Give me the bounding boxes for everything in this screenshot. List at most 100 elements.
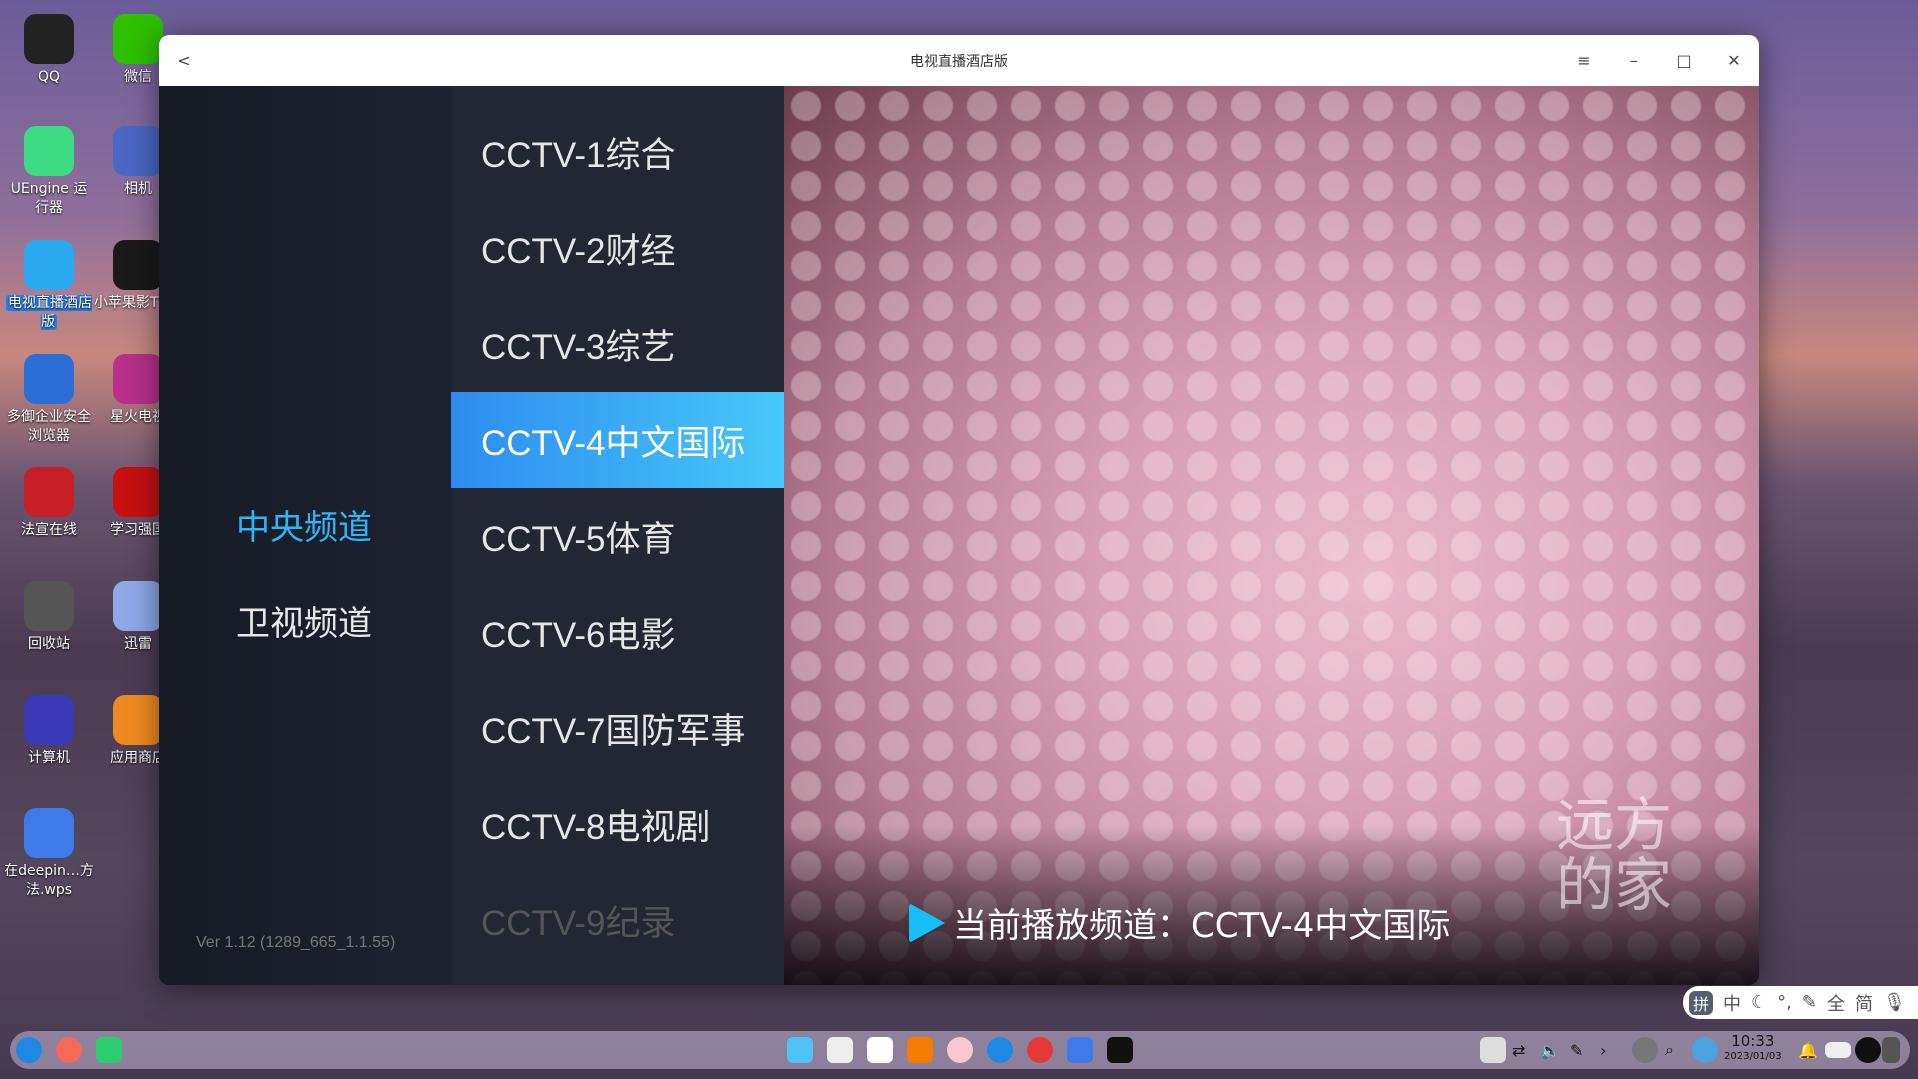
- desktop-icon-label: 应用商店: [110, 750, 166, 766]
- trash-icon[interactable]: [1882, 1037, 1900, 1063]
- desktop-icon[interactable]: UEngine 运行器: [4, 126, 94, 218]
- desktop-icon-label: 多御企业安全浏览器: [7, 409, 91, 444]
- notification-bell-icon[interactable]: 🔔: [1798, 1031, 1818, 1069]
- launcher-icon[interactable]: [16, 1037, 42, 1063]
- network-icon[interactable]: ⇄: [1512, 1031, 1525, 1069]
- volume-icon[interactable]: 🔈: [1540, 1031, 1560, 1069]
- app-icon: [24, 695, 74, 745]
- channel-list: CCTV-1综合 CCTV-2财经 CCTV-3综艺 CCTV-4中文国际 CCTV-5…: [451, 86, 784, 985]
- app-icon: [24, 14, 74, 64]
- video-player[interactable]: 远方的家 当前播放频道：CCTV-4中文国际: [784, 86, 1759, 985]
- multitask-icon[interactable]: [56, 1037, 82, 1063]
- app-icon: [113, 354, 163, 404]
- desktop-icon-label: 回收站: [28, 636, 70, 652]
- channel-item[interactable]: CCTV-4中文国际: [451, 392, 784, 488]
- browser-icon[interactable]: [987, 1037, 1013, 1063]
- ime-toolbar: 拼中 ☾ °, ✎ 全简 🎙: [1683, 986, 1918, 1019]
- taskbar: ⇄ 🔈 ✎ › ⌕ 10:33 2023/01/03 🔔: [10, 1031, 1910, 1069]
- onscreen-keyboard-icon[interactable]: [1825, 1042, 1851, 1058]
- desktop-icon-label: 星火电视: [110, 409, 166, 425]
- expand-tray-icon[interactable]: ›: [1600, 1031, 1606, 1069]
- monitor-icon[interactable]: [1632, 1037, 1658, 1063]
- channel-item[interactable]: CCTV-6电影: [451, 584, 784, 680]
- ime-button[interactable]: 简: [1855, 990, 1873, 1016]
- desktop-icon-label: 学习强国: [110, 522, 166, 538]
- settings-icon[interactable]: [947, 1037, 973, 1063]
- desktop-icon-label: 计算机: [28, 750, 70, 766]
- file-manager-icon[interactable]: [787, 1037, 813, 1063]
- desktop-icon[interactable]: 计算机: [4, 695, 94, 768]
- app-icon: [24, 808, 74, 858]
- window-title: 电视直播酒店版: [910, 53, 1008, 70]
- app-icon: [113, 240, 163, 290]
- app-icon[interactable]: [1027, 1037, 1053, 1063]
- assistant-icon[interactable]: [1692, 1037, 1718, 1063]
- ime-button[interactable]: °,: [1777, 992, 1792, 1013]
- ime-button[interactable]: 中: [1723, 990, 1741, 1016]
- close-button[interactable]: ✕: [1709, 35, 1759, 86]
- channel-item[interactable]: CCTV-1综合: [451, 104, 784, 200]
- power-icon[interactable]: [1855, 1037, 1881, 1063]
- channel-item[interactable]: CCTV-9纪录: [451, 872, 784, 968]
- app-icon: [24, 581, 74, 631]
- desktop-icon[interactable]: [96, 1037, 122, 1063]
- channel-watermark: 远方的家: [1555, 791, 1672, 919]
- app-icon: [113, 695, 163, 745]
- clock[interactable]: 10:33 2023/01/03: [1724, 1033, 1782, 1063]
- desktop-icon-label: 相机: [124, 181, 152, 197]
- keyboard-tray-icon[interactable]: [1480, 1037, 1506, 1063]
- ime-button[interactable]: 🎙: [1883, 992, 1906, 1013]
- ime-button[interactable]: 拼: [1689, 990, 1713, 1015]
- time: 10:33: [1731, 1032, 1775, 1050]
- desktop-icon[interactable]: 多御企业安全浏览器: [4, 354, 94, 446]
- desktop-icon-label: 电视直播酒店版: [6, 295, 92, 330]
- menu-button[interactable]: ≡: [1559, 35, 1609, 86]
- desktop-icon[interactable]: 法宣在线: [4, 467, 94, 540]
- desktop-icon[interactable]: 电视直播酒店版: [4, 240, 94, 332]
- ime-button[interactable]: 全: [1827, 990, 1845, 1016]
- category-satellite[interactable]: 卫视频道: [236, 596, 372, 645]
- desktop-icon-label: 法宣在线: [21, 522, 77, 538]
- calendar-icon[interactable]: [867, 1037, 893, 1063]
- back-button[interactable]: <: [159, 35, 209, 86]
- app-icon: [113, 581, 163, 631]
- minimize-button[interactable]: –: [1609, 35, 1659, 86]
- channel-item[interactable]: CCTV-3综艺: [451, 296, 784, 392]
- play-icon: [909, 902, 945, 943]
- ime-button[interactable]: ✎: [1802, 992, 1817, 1013]
- channel-item[interactable]: CCTV-2财经: [451, 200, 784, 296]
- app-icon: [113, 126, 163, 176]
- desktop-icon[interactable]: 在deepin…方法.wps: [4, 808, 94, 900]
- channel-item[interactable]: CCTV-8电视剧: [451, 776, 784, 872]
- version-text: Ver 1.12 (1289_665_1.1.55): [196, 934, 396, 951]
- category-cctv[interactable]: 中央频道: [236, 500, 372, 549]
- channel-item[interactable]: CCTV-5体育: [451, 488, 784, 584]
- ime-button[interactable]: ☾: [1751, 992, 1767, 1013]
- desktop-icon-label: QQ: [37, 69, 61, 85]
- app-icon: [113, 467, 163, 517]
- desktop-icon[interactable]: 回收站: [4, 581, 94, 654]
- desktop-icon[interactable]: QQ: [4, 14, 94, 87]
- desktop-icon-label: 迅雷: [124, 636, 152, 652]
- desktop-icon-label: UEngine 运行器: [10, 181, 88, 216]
- now-playing-text: 当前播放频道：CCTV-4中文国际: [953, 906, 1451, 946]
- wps-icon[interactable]: [1067, 1037, 1093, 1063]
- app-icon: [113, 14, 163, 64]
- now-playing: 当前播放频道：CCTV-4中文国际: [909, 898, 1450, 947]
- date: 2023/01/03: [1724, 1051, 1782, 1062]
- app-icon: [24, 126, 74, 176]
- app-icon: [24, 467, 74, 517]
- category-panel: 中央频道 卫视频道 Ver 1.12 (1289_665_1.1.55): [159, 86, 451, 985]
- app-icon: [24, 240, 74, 290]
- image-viewer-icon[interactable]: [827, 1037, 853, 1063]
- desktop-icon-label: 微信: [124, 69, 152, 85]
- search-icon[interactable]: ⌕: [1665, 1031, 1674, 1069]
- tv-app-icon[interactable]: [1107, 1037, 1133, 1063]
- desktop-icon-label: 在deepin…方法.wps: [4, 863, 94, 898]
- maximize-button[interactable]: □: [1659, 35, 1709, 86]
- pen-icon[interactable]: ✎: [1570, 1031, 1583, 1069]
- title-bar: < 电视直播酒店版 ≡ – □ ✕: [159, 35, 1759, 86]
- app-icon: [24, 354, 74, 404]
- channel-item[interactable]: CCTV-7国防军事: [451, 680, 784, 776]
- app-store-icon[interactable]: [907, 1037, 933, 1063]
